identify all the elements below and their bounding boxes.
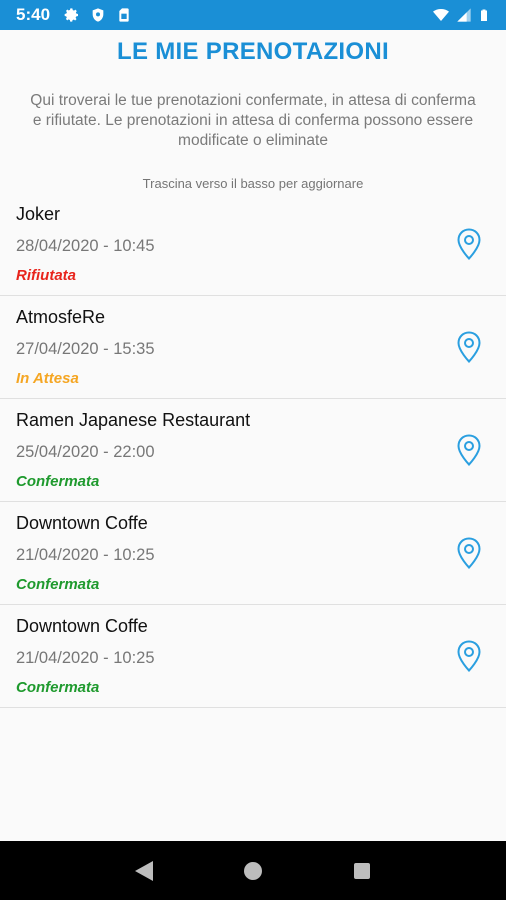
list-item[interactable]: Joker 28/04/2020 - 10:45 Rifiutata: [0, 193, 506, 296]
reservation-datetime: 27/04/2020 - 15:35: [16, 340, 155, 358]
location-pin-icon[interactable]: [456, 228, 482, 260]
restaurant-name: Ramen Japanese Restaurant: [16, 410, 251, 430]
location-pin-icon[interactable]: [456, 331, 482, 363]
home-button[interactable]: [242, 860, 264, 882]
recents-button[interactable]: [351, 860, 373, 882]
back-button[interactable]: [133, 860, 155, 882]
battery-icon: [481, 9, 487, 21]
wifi-icon: [433, 9, 449, 21]
location-pin-icon[interactable]: [456, 434, 482, 466]
list-item[interactable]: Downtown Coffe 21/04/2020 - 10:25 Confer…: [0, 502, 506, 605]
status-badge: Confermata: [16, 679, 100, 696]
home-icon: [243, 861, 262, 880]
recents-icon: [353, 862, 370, 879]
reservation-datetime: 21/04/2020 - 10:25: [16, 649, 155, 667]
restaurant-name: Downtown Coffe: [16, 513, 148, 533]
reservation-datetime: 28/04/2020 - 10:45: [16, 237, 155, 255]
location-pin-icon[interactable]: [456, 640, 482, 672]
reservations-list[interactable]: Joker 28/04/2020 - 10:45 Rifiutata Atmos…: [0, 193, 506, 708]
sim-card-icon: [119, 8, 129, 22]
page-title: LE MIE PRENOTAZIONI: [117, 38, 389, 65]
status-badge: Confermata: [16, 576, 100, 593]
gear-icon: [64, 8, 79, 22]
system-nav-bar: [0, 841, 506, 900]
list-item[interactable]: Ramen Japanese Restaurant 25/04/2020 - 2…: [0, 399, 506, 502]
status-time: 5:40: [16, 5, 51, 24]
list-item[interactable]: Downtown Coffe 21/04/2020 - 10:25 Confer…: [0, 605, 506, 708]
reservation-datetime: 21/04/2020 - 10:25: [16, 546, 155, 564]
reservation-datetime: 25/04/2020 - 22:00: [16, 443, 155, 461]
signal-icon: [457, 8, 471, 22]
status-badge: In Attesa: [16, 370, 79, 387]
restaurant-name: Joker: [16, 204, 61, 224]
refresh-hint: Trascina verso il basso per aggiornare: [142, 176, 364, 191]
status-badge: Rifiutata: [16, 267, 76, 284]
status-badge: Confermata: [16, 473, 100, 490]
shield-icon: [92, 8, 104, 22]
intro-text: Qui troverai le tue prenotazioni conferm…: [30, 92, 476, 149]
location-pin-icon[interactable]: [456, 537, 482, 569]
list-item[interactable]: AtmosfeRe 27/04/2020 - 15:35 In Attesa: [0, 296, 506, 399]
restaurant-name: AtmosfeRe: [16, 307, 106, 327]
restaurant-name: Downtown Coffe: [16, 616, 148, 636]
back-icon: [135, 860, 154, 881]
status-bar: 5:40: [0, 0, 506, 30]
